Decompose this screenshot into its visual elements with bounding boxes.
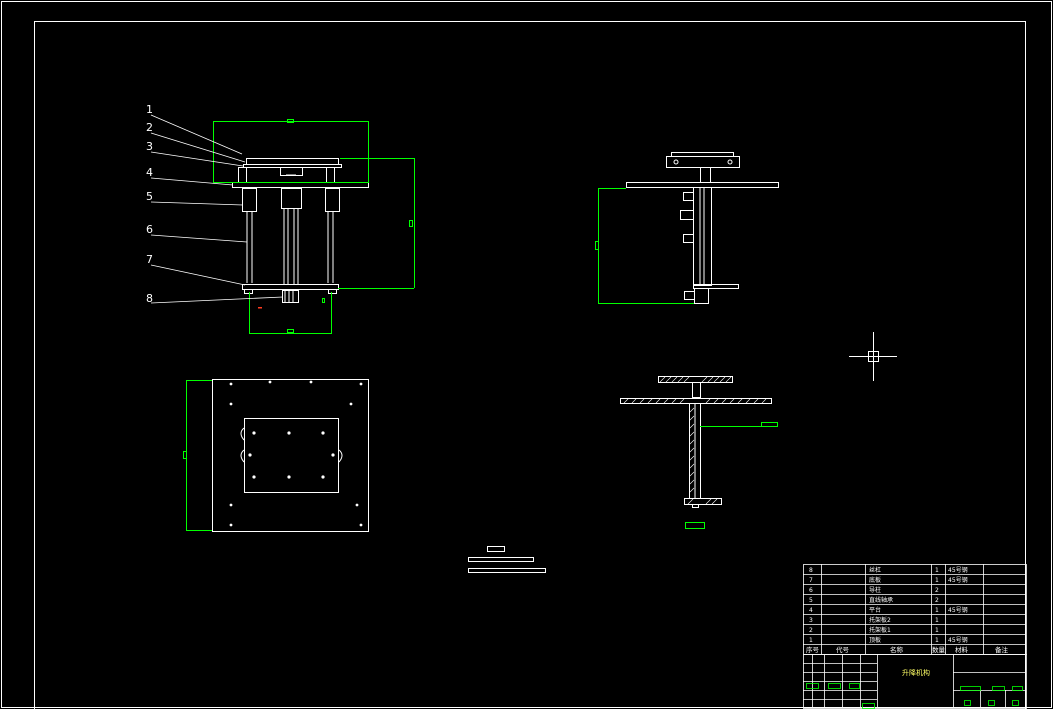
svg-text:名称: 名称 <box>890 645 904 654</box>
svg-text:2: 2 <box>809 627 813 634</box>
front-view <box>232 158 369 303</box>
svg-text:8: 8 <box>809 567 813 574</box>
svg-text:代号: 代号 <box>836 645 850 654</box>
svg-text:1: 1 <box>935 627 939 634</box>
svg-text:5: 5 <box>809 597 813 604</box>
callout-leaders <box>150 114 284 304</box>
svg-text:2: 2 <box>935 597 939 604</box>
svg-text:2: 2 <box>935 587 939 594</box>
svg-text:底板: 底板 <box>869 576 881 584</box>
parts-list-row: 8 丝杠 1 45号钢 <box>809 566 968 574</box>
top-view <box>212 379 369 532</box>
top-view-holes <box>229 380 363 527</box>
parts-list-header: 序号 代号 名称 数量 材料 备注 <box>806 645 1009 654</box>
front-view-dimensions <box>213 119 415 334</box>
parts-list-row: 6 导柱 2 <box>809 586 939 594</box>
svg-text:1: 1 <box>935 617 939 624</box>
parts-list-row: 4 平台 1 45号钢 <box>809 606 968 614</box>
callout-3: 3 <box>146 140 153 153</box>
section-view-dimensions <box>685 422 778 529</box>
svg-text:1: 1 <box>935 607 939 614</box>
svg-text:序号: 序号 <box>806 645 820 654</box>
svg-text:1: 1 <box>935 567 939 574</box>
parts-list-row: 5 直线轴承 2 <box>809 596 939 604</box>
svg-text:材料: 材料 <box>955 645 969 654</box>
callout-8: 8 <box>146 292 153 305</box>
svg-text:3: 3 <box>809 617 813 624</box>
parts-list-row: 1 顶板 1 45号钢 <box>809 636 968 644</box>
svg-text:顶板: 顶板 <box>869 636 881 644</box>
parts-list-row: 3 托架板2 1 <box>809 616 939 624</box>
callout-4: 4 <box>146 166 153 179</box>
svg-text:数量: 数量 <box>932 645 946 654</box>
parts-list-rows: 8 丝杠 1 45号钢 7 底板 1 45号钢 6 导柱 2 5 直线轴承 2 … <box>806 566 1009 654</box>
origin-marker <box>258 307 262 309</box>
svg-text:1: 1 <box>935 577 939 584</box>
callout-1: 1 <box>146 103 153 116</box>
svg-text:45号钢: 45号钢 <box>948 576 968 584</box>
callout-5: 5 <box>146 190 153 203</box>
detail-parts <box>468 546 546 573</box>
drawing-outer-border <box>1 1 1052 708</box>
svg-text:7: 7 <box>809 577 813 584</box>
svg-text:直线轴承: 直线轴承 <box>869 596 893 604</box>
svg-text:备注: 备注 <box>995 645 1009 654</box>
crosshair-cursor-icon[interactable] <box>849 332 897 381</box>
svg-text:1: 1 <box>809 637 813 644</box>
cad-drawing-canvas[interactable]: 1 2 3 4 5 6 7 8 8 丝杠 1 45号钢 7 底板 1 45号钢 … <box>0 0 1053 709</box>
svg-text:托架板2: 托架板2 <box>869 616 891 624</box>
svg-text:托架板1: 托架板1 <box>869 626 891 634</box>
svg-text:平台: 平台 <box>869 606 881 614</box>
section-view <box>620 376 772 508</box>
side-view-dimensions <box>595 188 694 304</box>
drawing-frame <box>34 21 1026 709</box>
callout-6: 6 <box>146 223 153 236</box>
top-view-dimensions <box>183 380 212 531</box>
side-view <box>626 152 779 304</box>
svg-text:45号钢: 45号钢 <box>948 636 968 644</box>
parts-list-row: 7 底板 1 45号钢 <box>809 576 968 584</box>
svg-text:4: 4 <box>809 607 813 614</box>
parts-list-row: 2 托架板1 1 <box>809 626 939 634</box>
svg-text:45号钢: 45号钢 <box>948 606 968 614</box>
svg-text:45号钢: 45号钢 <box>948 566 968 574</box>
parts-list-grid <box>803 564 1027 655</box>
callout-2: 2 <box>146 121 153 134</box>
svg-text:6: 6 <box>809 587 813 594</box>
callout-labels: 1 2 3 4 5 6 7 8 <box>146 103 153 305</box>
svg-text:1: 1 <box>935 637 939 644</box>
callout-7: 7 <box>146 253 153 266</box>
title-block-accents <box>806 683 1023 709</box>
svg-text:丝杠: 丝杠 <box>869 566 881 574</box>
svg-text:导柱: 导柱 <box>869 586 881 594</box>
drawing-title: 升降机构 <box>902 668 930 677</box>
